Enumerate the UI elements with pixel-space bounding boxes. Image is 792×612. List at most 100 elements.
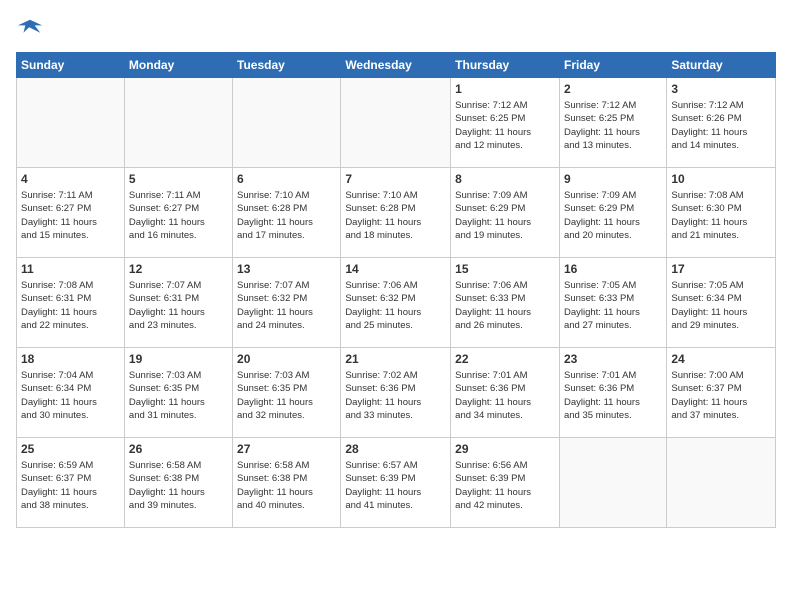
day-number: 9 — [564, 172, 662, 186]
day-info: Sunrise: 7:12 AM Sunset: 6:26 PM Dayligh… — [671, 99, 771, 152]
day-info: Sunrise: 7:06 AM Sunset: 6:33 PM Dayligh… — [455, 279, 555, 332]
day-info: Sunrise: 7:01 AM Sunset: 6:36 PM Dayligh… — [564, 369, 662, 422]
day-number: 12 — [129, 262, 228, 276]
calendar-cell: 27 Sunrise: 6:58 AM Sunset: 6:38 PM Dayli… — [233, 438, 341, 528]
logo — [16, 16, 48, 44]
day-number: 23 — [564, 352, 662, 366]
calendar-cell: 20 Sunrise: 7:03 AM Sunset: 6:35 PM Dayli… — [233, 348, 341, 438]
day-number: 27 — [237, 442, 336, 456]
calendar-table: SundayMondayTuesdayWednesdayThursdayFrid… — [16, 52, 776, 528]
day-info: Sunrise: 7:03 AM Sunset: 6:35 PM Dayligh… — [237, 369, 336, 422]
day-info: Sunrise: 7:00 AM Sunset: 6:37 PM Dayligh… — [671, 369, 771, 422]
column-header-saturday: Saturday — [667, 53, 776, 78]
day-info: Sunrise: 7:10 AM Sunset: 6:28 PM Dayligh… — [345, 189, 446, 242]
calendar-cell — [124, 78, 232, 168]
calendar-cell — [667, 438, 776, 528]
calendar-cell: 1 Sunrise: 7:12 AM Sunset: 6:25 PM Daylig… — [451, 78, 560, 168]
calendar-cell — [233, 78, 341, 168]
day-info: Sunrise: 7:07 AM Sunset: 6:32 PM Dayligh… — [237, 279, 336, 332]
calendar-cell: 23 Sunrise: 7:01 AM Sunset: 6:36 PM Dayli… — [559, 348, 666, 438]
calendar-cell: 16Sunrise: 7:05 AM Sunset: 6:33 PM Dayli… — [559, 258, 666, 348]
day-info: Sunrise: 6:56 AM Sunset: 6:39 PM Dayligh… — [455, 459, 555, 512]
day-number: 25 — [21, 442, 120, 456]
day-number: 8 — [455, 172, 555, 186]
calendar-cell: 19Sunrise: 7:03 AM Sunset: 6:35 PM Dayli… — [124, 348, 232, 438]
day-info: Sunrise: 7:04 AM Sunset: 6:34 PM Dayligh… — [21, 369, 120, 422]
day-info: Sunrise: 7:12 AM Sunset: 6:25 PM Dayligh… — [564, 99, 662, 152]
week-row-2: 11 Sunrise: 7:08 AM Sunset: 6:31 PM Dayli… — [17, 258, 776, 348]
page-header — [16, 16, 776, 44]
day-number: 11 — [21, 262, 120, 276]
day-number: 7 — [345, 172, 446, 186]
day-info: Sunrise: 7:01 AM Sunset: 6:36 PM Dayligh… — [455, 369, 555, 422]
day-number: 15 — [455, 262, 555, 276]
calendar-cell: 13 Sunrise: 7:07 AM Sunset: 6:32 PM Dayli… — [233, 258, 341, 348]
day-number: 24 — [671, 352, 771, 366]
calendar-cell: 6 Sunrise: 7:10 AM Sunset: 6:28 PM Daylig… — [233, 168, 341, 258]
calendar-cell: 8 Sunrise: 7:09 AM Sunset: 6:29 PM Daylig… — [451, 168, 560, 258]
day-number: 6 — [237, 172, 336, 186]
week-row-4: 25 Sunrise: 6:59 AM Sunset: 6:37 PM Dayli… — [17, 438, 776, 528]
calendar-header-row: SundayMondayTuesdayWednesdayThursdayFrid… — [17, 53, 776, 78]
day-info: Sunrise: 6:58 AM Sunset: 6:38 PM Dayligh… — [237, 459, 336, 512]
calendar-cell: 15 Sunrise: 7:06 AM Sunset: 6:33 PM Dayli… — [451, 258, 560, 348]
column-header-monday: Monday — [124, 53, 232, 78]
day-info: Sunrise: 7:11 AM Sunset: 6:27 PM Dayligh… — [129, 189, 228, 242]
calendar-cell: 25 Sunrise: 6:59 AM Sunset: 6:37 PM Dayli… — [17, 438, 125, 528]
day-info: Sunrise: 7:08 AM Sunset: 6:30 PM Dayligh… — [671, 189, 771, 242]
day-number: 4 — [21, 172, 120, 186]
week-row-3: 18 Sunrise: 7:04 AM Sunset: 6:34 PM Dayli… — [17, 348, 776, 438]
calendar-cell: 10 Sunrise: 7:08 AM Sunset: 6:30 PM Dayli… — [667, 168, 776, 258]
calendar-cell: 11 Sunrise: 7:08 AM Sunset: 6:31 PM Dayli… — [17, 258, 125, 348]
day-info: Sunrise: 7:12 AM Sunset: 6:25 PM Dayligh… — [455, 99, 555, 152]
calendar-cell — [559, 438, 666, 528]
day-info: Sunrise: 7:02 AM Sunset: 6:36 PM Dayligh… — [345, 369, 446, 422]
calendar-cell — [341, 78, 451, 168]
column-header-wednesday: Wednesday — [341, 53, 451, 78]
day-info: Sunrise: 6:59 AM Sunset: 6:37 PM Dayligh… — [21, 459, 120, 512]
week-row-0: 1 Sunrise: 7:12 AM Sunset: 6:25 PM Daylig… — [17, 78, 776, 168]
day-number: 22 — [455, 352, 555, 366]
day-number: 17 — [671, 262, 771, 276]
calendar-cell: 12 Sunrise: 7:07 AM Sunset: 6:31 PM Dayli… — [124, 258, 232, 348]
day-number: 21 — [345, 352, 446, 366]
column-header-thursday: Thursday — [451, 53, 560, 78]
day-info: Sunrise: 7:10 AM Sunset: 6:28 PM Dayligh… — [237, 189, 336, 242]
calendar-cell: 21 Sunrise: 7:02 AM Sunset: 6:36 PM Dayli… — [341, 348, 451, 438]
day-info: Sunrise: 7:06 AM Sunset: 6:32 PM Dayligh… — [345, 279, 446, 332]
calendar-cell: 24 Sunrise: 7:00 AM Sunset: 6:37 PM Dayli… — [667, 348, 776, 438]
day-number: 26 — [129, 442, 228, 456]
calendar-cell — [17, 78, 125, 168]
day-number: 2 — [564, 82, 662, 96]
day-info: Sunrise: 7:08 AM Sunset: 6:31 PM Dayligh… — [21, 279, 120, 332]
day-number: 20 — [237, 352, 336, 366]
week-row-1: 4 Sunrise: 7:11 AM Sunset: 6:27 PM Daylig… — [17, 168, 776, 258]
day-info: Sunrise: 7:09 AM Sunset: 6:29 PM Dayligh… — [455, 189, 555, 242]
day-info: Sunrise: 7:11 AM Sunset: 6:27 PM Dayligh… — [21, 189, 120, 242]
calendar-cell: 17 Sunrise: 7:05 AM Sunset: 6:34 PM Dayli… — [667, 258, 776, 348]
day-number: 29 — [455, 442, 555, 456]
calendar-cell: 22 Sunrise: 7:01 AM Sunset: 6:36 PM Dayli… — [451, 348, 560, 438]
day-info: Sunrise: 6:57 AM Sunset: 6:39 PM Dayligh… — [345, 459, 446, 512]
calendar-cell: 28 Sunrise: 6:57 AM Sunset: 6:39 PM Dayli… — [341, 438, 451, 528]
day-info: Sunrise: 7:05 AM Sunset: 6:34 PM Dayligh… — [671, 279, 771, 332]
day-number: 5 — [129, 172, 228, 186]
column-header-tuesday: Tuesday — [233, 53, 341, 78]
calendar-cell: 26 Sunrise: 6:58 AM Sunset: 6:38 PM Dayli… — [124, 438, 232, 528]
day-info: Sunrise: 6:58 AM Sunset: 6:38 PM Dayligh… — [129, 459, 228, 512]
day-number: 3 — [671, 82, 771, 96]
calendar-cell: 3 Sunrise: 7:12 AM Sunset: 6:26 PM Daylig… — [667, 78, 776, 168]
calendar-cell: 4 Sunrise: 7:11 AM Sunset: 6:27 PM Daylig… — [17, 168, 125, 258]
calendar-cell: 9 Sunrise: 7:09 AM Sunset: 6:29 PM Daylig… — [559, 168, 666, 258]
day-number: 13 — [237, 262, 336, 276]
day-number: 18 — [21, 352, 120, 366]
logo-bird-icon — [16, 16, 44, 44]
day-info: Sunrise: 7:09 AM Sunset: 6:29 PM Dayligh… — [564, 189, 662, 242]
day-number: 1 — [455, 82, 555, 96]
calendar-body: 1 Sunrise: 7:12 AM Sunset: 6:25 PM Daylig… — [17, 78, 776, 528]
day-info: Sunrise: 7:07 AM Sunset: 6:31 PM Dayligh… — [129, 279, 228, 332]
column-header-sunday: Sunday — [17, 53, 125, 78]
day-number: 28 — [345, 442, 446, 456]
day-number: 10 — [671, 172, 771, 186]
calendar-cell: 7 Sunrise: 7:10 AM Sunset: 6:28 PM Daylig… — [341, 168, 451, 258]
